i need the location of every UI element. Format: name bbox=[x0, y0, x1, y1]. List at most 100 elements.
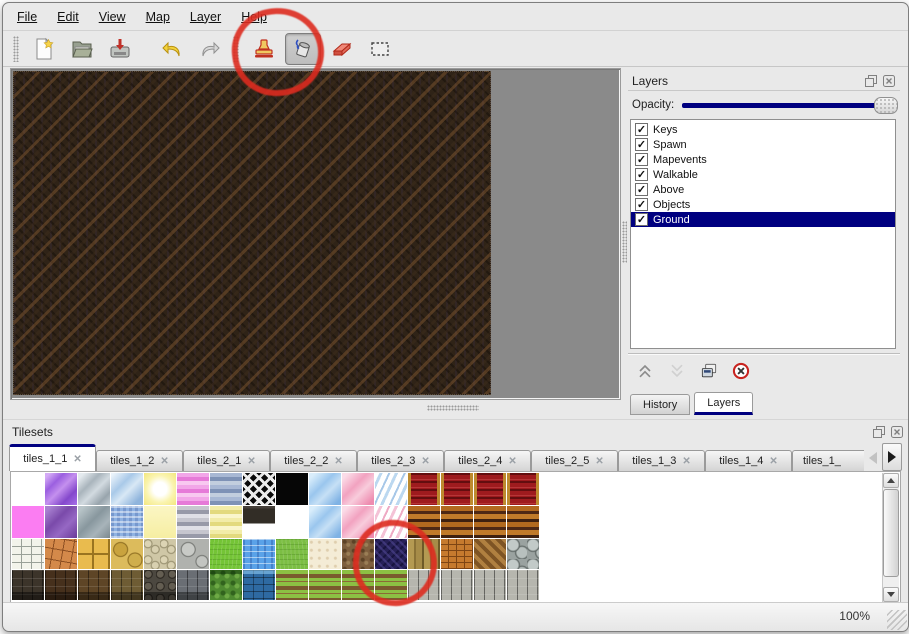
tileset-tab-tiles_1_[interactable]: tiles_1_ bbox=[792, 450, 873, 471]
tile-glass-purple-dark[interactable] bbox=[45, 506, 77, 538]
tile-wall-bluebrick[interactable] bbox=[243, 570, 275, 600]
scrollbar-thumb[interactable] bbox=[883, 489, 899, 577]
menu-view[interactable]: View bbox=[89, 10, 136, 24]
tile-stripes-bluegray[interactable] bbox=[210, 473, 242, 505]
close-panel-icon[interactable] bbox=[890, 425, 904, 439]
vertical-splitter[interactable] bbox=[622, 221, 627, 263]
tile-carpet-red[interactable] bbox=[474, 473, 506, 505]
tile-stripes-orange[interactable] bbox=[441, 506, 473, 538]
tile-glass-sky[interactable] bbox=[309, 506, 341, 538]
opacity-slider-handle[interactable] bbox=[874, 97, 898, 114]
menu-edit[interactable]: Edit bbox=[47, 10, 89, 24]
close-tab-icon[interactable]: ✕ bbox=[769, 456, 777, 467]
layer-visibility-checkbox[interactable]: ✓ bbox=[635, 183, 648, 196]
tile-brick-gray[interactable] bbox=[177, 570, 209, 600]
tile-glass-gray[interactable] bbox=[78, 473, 110, 505]
tile-hedge-green[interactable] bbox=[210, 570, 242, 600]
undo-button[interactable] bbox=[155, 34, 189, 64]
tile-tile-yellow[interactable] bbox=[78, 539, 110, 569]
tile-pebbles-dark[interactable] bbox=[144, 570, 176, 600]
close-tab-icon[interactable]: ✕ bbox=[73, 454, 81, 465]
toolbar-handle[interactable] bbox=[13, 36, 19, 62]
save-file-button[interactable] bbox=[103, 34, 137, 64]
layer-row-above[interactable]: ✓Above bbox=[631, 182, 895, 197]
delete-layer-button[interactable] bbox=[728, 359, 754, 383]
menu-file[interactable]: File bbox=[7, 10, 47, 24]
tileset-tab-tiles_1_3[interactable]: tiles_1_3✕ bbox=[618, 450, 705, 471]
scroll-tabs-left-button[interactable] bbox=[864, 445, 882, 471]
open-file-button[interactable] bbox=[65, 34, 99, 64]
layer-visibility-checkbox[interactable]: ✓ bbox=[635, 138, 648, 151]
tile-glass-pink[interactable] bbox=[342, 473, 374, 505]
palette-scrollbar[interactable] bbox=[882, 473, 899, 602]
tile-brick-brown[interactable] bbox=[78, 570, 110, 600]
tileset-tab-tiles_1_4[interactable]: tiles_1_4✕ bbox=[705, 450, 792, 471]
tileset-tab-tiles_2_5[interactable]: tiles_2_5✕ bbox=[531, 450, 618, 471]
tileset-tab-tiles_2_3[interactable]: tiles_2_3✕ bbox=[357, 450, 444, 471]
close-tab-icon[interactable]: ✕ bbox=[595, 456, 603, 467]
opacity-slider[interactable] bbox=[682, 97, 898, 113]
tileset-tab-tiles_2_2[interactable]: tiles_2_2✕ bbox=[270, 450, 357, 471]
layer-row-spawn[interactable]: ✓Spawn bbox=[631, 137, 895, 152]
raise-layer-button[interactable] bbox=[632, 359, 658, 383]
scroll-tabs-right-button[interactable] bbox=[882, 443, 902, 471]
tile-pebbles-beige[interactable] bbox=[144, 539, 176, 569]
horizontal-splitter[interactable] bbox=[427, 405, 479, 411]
tile-wall-darkstone[interactable] bbox=[12, 570, 44, 600]
tile-grass-bright[interactable] bbox=[210, 539, 242, 569]
float-panel-icon[interactable] bbox=[864, 74, 878, 88]
tile-brick-darkbrown[interactable] bbox=[45, 570, 77, 600]
tile-stone-brick[interactable] bbox=[474, 570, 506, 600]
tile-carpet-red[interactable] bbox=[441, 473, 473, 505]
eraser-tool-button[interactable] bbox=[325, 34, 359, 64]
tile-carpet-red[interactable] bbox=[507, 473, 539, 505]
close-tab-icon[interactable]: ✕ bbox=[160, 456, 168, 467]
tile-glass-sky[interactable] bbox=[309, 473, 341, 505]
tile-wall-tanstone[interactable] bbox=[111, 570, 143, 600]
new-file-button[interactable] bbox=[27, 34, 61, 64]
tile-stripes-pink[interactable] bbox=[177, 473, 209, 505]
close-tab-icon[interactable]: ✕ bbox=[247, 456, 255, 467]
tileset-tab-tiles_2_1[interactable]: tiles_2_1✕ bbox=[183, 450, 270, 471]
map-canvas[interactable] bbox=[10, 68, 621, 400]
duplicate-layer-button[interactable] bbox=[696, 359, 722, 383]
tile-brick-orange[interactable] bbox=[441, 539, 473, 569]
tile-stones-gray[interactable] bbox=[177, 539, 209, 569]
tile-stone-brick[interactable] bbox=[507, 570, 539, 600]
layer-visibility-checkbox[interactable]: ✓ bbox=[635, 213, 648, 226]
tile-stripes-gray[interactable] bbox=[177, 506, 209, 538]
map-tiles-area[interactable] bbox=[13, 71, 491, 395]
select-tool-button[interactable] bbox=[363, 34, 397, 64]
scroll-up-button[interactable] bbox=[883, 473, 899, 488]
tile-sand-pale[interactable] bbox=[309, 539, 341, 569]
tile-carpet-red[interactable] bbox=[408, 473, 440, 505]
tile-water-blue[interactable] bbox=[243, 539, 275, 569]
tile-stones-round[interactable] bbox=[507, 539, 539, 569]
tile-stone-brick[interactable] bbox=[441, 570, 473, 600]
scroll-down-button[interactable] bbox=[883, 587, 899, 602]
layer-visibility-checkbox[interactable]: ✓ bbox=[635, 123, 648, 136]
close-tab-icon[interactable]: ✕ bbox=[682, 456, 690, 467]
tile-glow-yellow[interactable] bbox=[144, 473, 176, 505]
window-resize-grip[interactable] bbox=[887, 610, 907, 630]
tile-grass-green[interactable] bbox=[276, 539, 308, 569]
layer-row-mapevents[interactable]: ✓Mapevents bbox=[631, 152, 895, 167]
tile-pale-yellow[interactable] bbox=[144, 506, 176, 538]
tile-stones-yellow[interactable] bbox=[111, 539, 143, 569]
menu-map[interactable]: Map bbox=[136, 10, 180, 24]
tileset-tab-tiles_1_1[interactable]: tiles_1_1✕ bbox=[9, 444, 96, 471]
layer-visibility-checkbox[interactable]: ✓ bbox=[635, 168, 648, 181]
panel-tab-layers[interactable]: Layers bbox=[694, 392, 753, 415]
tile-stripes-orange[interactable] bbox=[474, 506, 506, 538]
tile-pink-solid[interactable] bbox=[12, 506, 44, 538]
tileset-tab-tiles_2_4[interactable]: tiles_2_4✕ bbox=[444, 450, 531, 471]
tile-stripes-yellow[interactable] bbox=[210, 506, 242, 538]
menu-layer[interactable]: Layer bbox=[180, 10, 231, 24]
tile-glass-purple[interactable] bbox=[45, 473, 77, 505]
layer-row-objects[interactable]: ✓Objects bbox=[631, 197, 895, 212]
tile-glass-gray-dark[interactable] bbox=[78, 506, 110, 538]
redo-button[interactable] bbox=[193, 34, 227, 64]
close-tab-icon[interactable]: ✕ bbox=[334, 456, 342, 467]
tile-grass-path[interactable] bbox=[276, 570, 308, 600]
tile-sign-dark[interactable] bbox=[243, 506, 275, 538]
